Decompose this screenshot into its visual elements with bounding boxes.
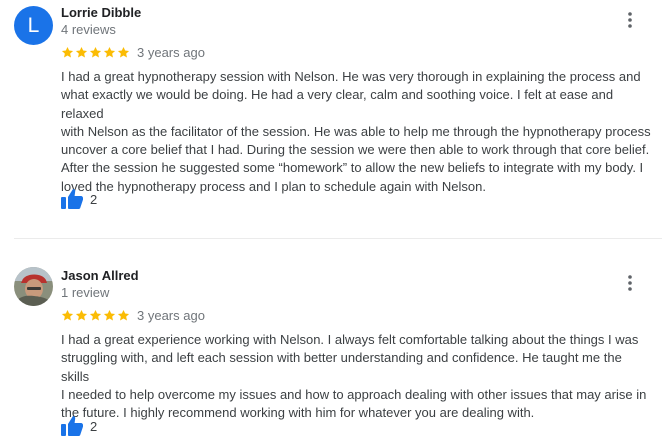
review-text-line: with Nelson as the facilitator of the se…	[61, 123, 651, 139]
avatar[interactable]: L	[14, 6, 53, 45]
more-vert-icon[interactable]	[622, 273, 638, 293]
like-count: 2	[90, 418, 98, 434]
reviewer-name[interactable]: Jason Allred	[61, 268, 139, 283]
review-text: I had a great hypnotherapy session with …	[61, 68, 651, 196]
review-text-line: the future. I highly recommend working w…	[61, 405, 535, 421]
reviewer-name[interactable]: Lorrie Dibble	[61, 5, 141, 20]
like-count: 2	[90, 191, 98, 207]
reviewer-review-count: 4 reviews	[61, 22, 116, 37]
review-text-line: loved the hypnotherapy process and I pla…	[61, 178, 486, 194]
star-icon	[89, 46, 102, 57]
like-button[interactable]: 2	[60, 188, 97, 210]
review-text-line: I needed to help overcome my issues and …	[61, 386, 647, 402]
review-text-line: After the session he suggested some “hom…	[61, 160, 644, 176]
avatar[interactable]	[14, 267, 53, 306]
review-card: L Lorrie Dibble 4 reviews 3 years ago I …	[0, 0, 668, 238]
star-icon	[89, 309, 102, 320]
star-icon	[117, 46, 130, 57]
star-icon	[61, 309, 74, 320]
review-text-line: what exactly we would be doing. He had a…	[61, 87, 614, 121]
review-text-line: struggling with, and left each session w…	[61, 350, 622, 384]
review-card: Jason Allred 1 review 3 years ago I had …	[0, 239, 668, 445]
star-icon	[75, 309, 88, 320]
thumbs-up-icon	[61, 416, 83, 436]
thumbs-up-icon	[61, 189, 83, 209]
like-button[interactable]: 2	[60, 415, 97, 437]
star-icon	[75, 46, 88, 57]
reviewer-review-count: 1 review	[61, 285, 110, 300]
more-vert-icon[interactable]	[622, 10, 638, 30]
star-icon	[117, 309, 130, 320]
review-text: I had a great experience working with Ne…	[61, 331, 651, 422]
review-text-line: I had a great hypnotherapy session with …	[61, 69, 641, 84]
review-time: 3 years ago	[137, 45, 205, 60]
star-icon	[61, 46, 74, 57]
star-icon	[103, 309, 116, 320]
review-time: 3 years ago	[137, 308, 205, 323]
star-rating	[61, 44, 130, 60]
review-text-line: I had a great experience working with Ne…	[61, 332, 639, 347]
star-icon	[103, 46, 116, 57]
star-rating	[61, 307, 130, 323]
review-text-line: uncover a core belief that I had. During…	[61, 142, 650, 158]
avatar-photo	[14, 267, 53, 306]
